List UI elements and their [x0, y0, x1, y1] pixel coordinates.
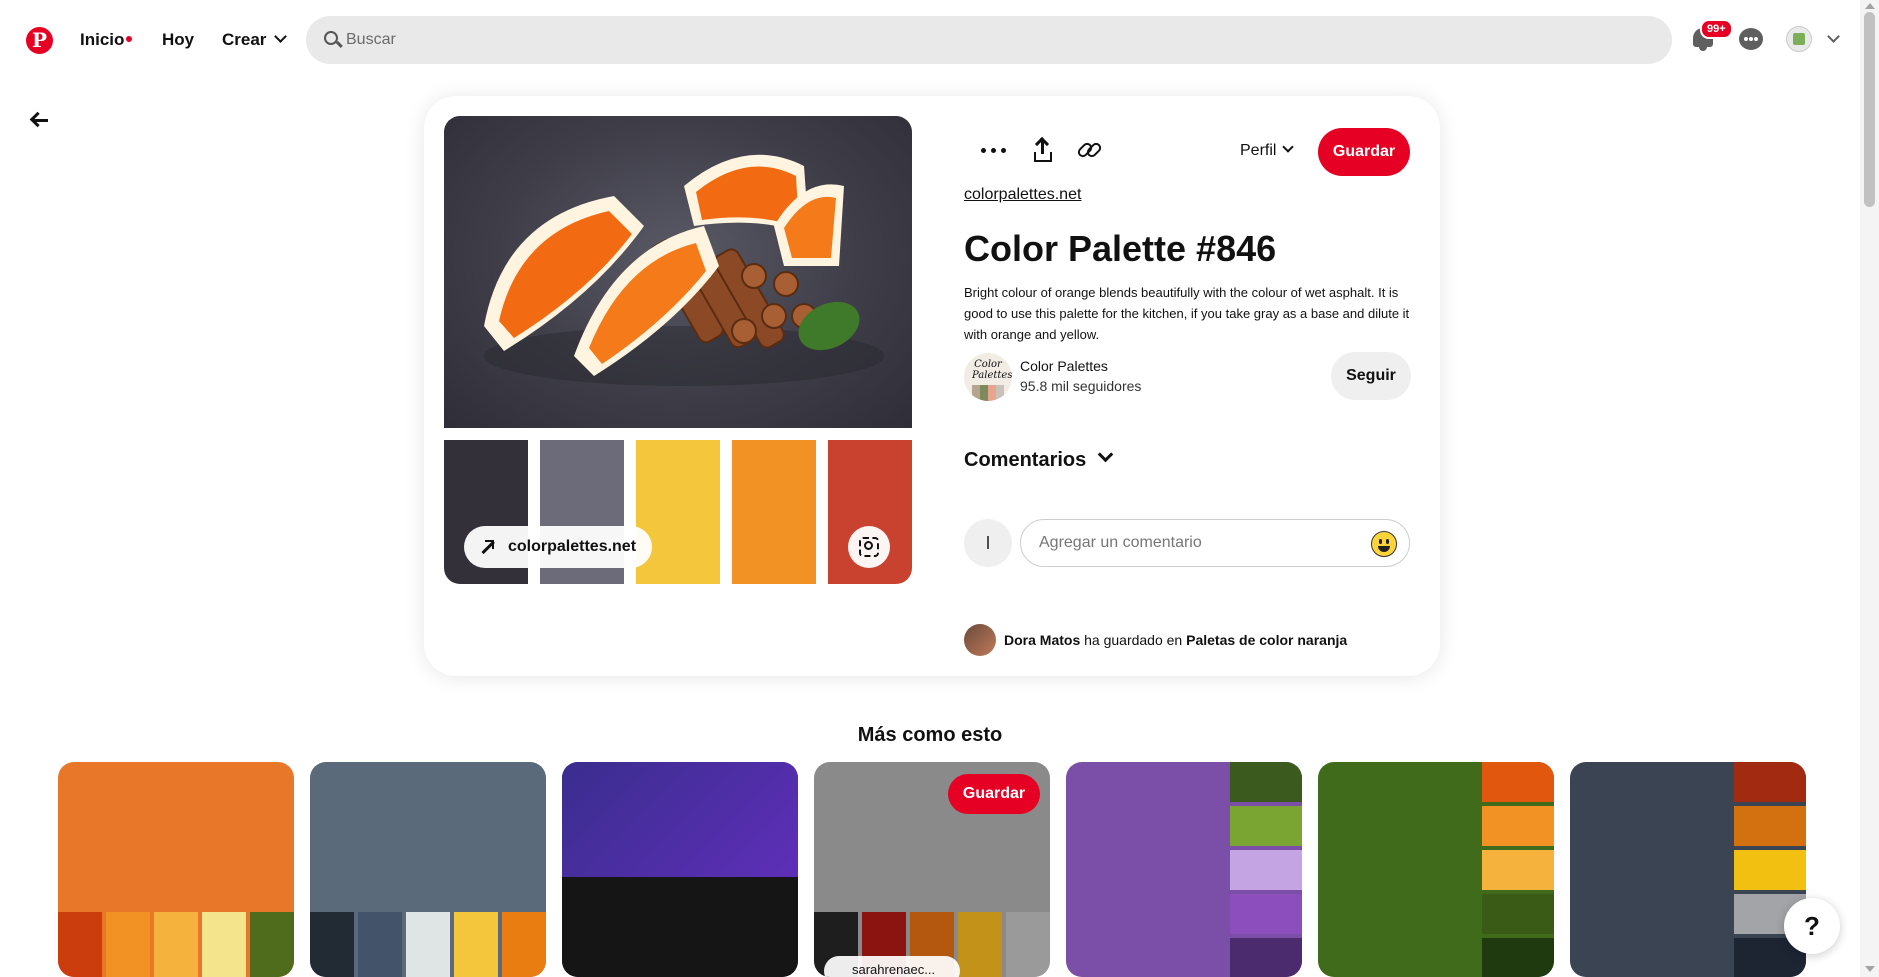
tile-visit-link[interactable]: sarahrenaec... [824, 956, 960, 977]
top-navigation-bar: P Inicio Hoy Crear 99+ [0, 0, 1860, 80]
pin-description: Bright colour of orange blends beautiful… [964, 285, 1410, 342]
related-pin-tile[interactable] [58, 762, 294, 977]
tile-palette-swatch [1230, 850, 1302, 890]
creator-avatar[interactable]: Color Palettes [964, 353, 1012, 401]
chevron-down-icon [274, 30, 288, 43]
saver-name[interactable]: Dora Matos [1004, 632, 1080, 648]
current-user-avatar: I [964, 519, 1012, 567]
saved-board-name[interactable]: Paletas de color naranja [1186, 632, 1347, 648]
nav-home[interactable]: Inicio [80, 30, 133, 50]
nav-today-label: Hoy [162, 30, 195, 49]
more-like-this-heading: Más como esto [857, 724, 1003, 746]
tile-palette-swatch [1230, 762, 1302, 802]
help-button[interactable]: ? [1784, 898, 1840, 954]
tile-palette-swatch [358, 912, 402, 977]
pin-title: Color Palette #846 [964, 228, 1277, 269]
palette-swatch [732, 440, 816, 584]
related-pin-tile[interactable] [1570, 762, 1806, 977]
follow-button[interactable]: Seguir [1331, 352, 1411, 400]
nav-home-label: Inicio [80, 30, 125, 49]
tile-palette-swatch [1230, 938, 1302, 977]
tile-palette-swatch [1482, 806, 1554, 846]
tile-bottom-photo [562, 877, 798, 977]
comments-toggle[interactable]: Comentarios [964, 446, 1114, 472]
oranges-cinnamon-photo [444, 116, 912, 428]
creator-followers: 95.8 mil seguidores [1020, 378, 1142, 394]
save-button[interactable]: Guardar [1318, 128, 1410, 176]
related-pin-tile[interactable] [562, 762, 798, 977]
tile-palette-swatch [1482, 894, 1554, 934]
tile-palette-swatch [58, 912, 102, 977]
account-chevron-down-icon[interactable] [1827, 30, 1840, 43]
tile-save-button[interactable]: Guardar [948, 774, 1040, 814]
search-input[interactable] [346, 16, 1646, 64]
pin-closeup-card: colorpalettes.net Perfil Guardar colorpa… [424, 96, 1440, 676]
tile-palette-swatch [1230, 894, 1302, 934]
tile-palette-swatch [154, 912, 198, 977]
new-content-dot-icon [126, 36, 133, 42]
messages-chat-icon[interactable] [1738, 26, 1764, 52]
nav-today[interactable]: Hoy [162, 30, 194, 50]
related-pin-tile[interactable] [310, 762, 546, 977]
back-arrow-icon[interactable] [29, 110, 50, 130]
share-icon[interactable] [1026, 134, 1058, 166]
tile-palette-swatch [454, 912, 498, 977]
related-pin-tile[interactable] [1066, 762, 1302, 977]
tile-palette-swatch [1734, 762, 1806, 802]
related-pin-tile[interactable] [1318, 762, 1554, 977]
board-profile-label: Perfil [1240, 142, 1277, 159]
search-icon [324, 31, 338, 45]
pinterest-logo-icon[interactable]: P [26, 27, 53, 54]
related-pin-tile[interactable]: Guardar sarahrenaec... [814, 762, 1050, 977]
scroll-up-arrow-icon[interactable] [1865, 3, 1875, 9]
saved-by-line: Dora Matos ha guardado en Paletas de col… [1004, 632, 1347, 648]
creator-avatar-wordmark: Color Palettes [972, 359, 1012, 381]
tile-palette-swatch [1734, 850, 1806, 890]
pin-image[interactable]: colorpalettes.net [444, 116, 912, 584]
photo-illustration [484, 154, 884, 386]
saved-action-text: ha guardado en [1084, 632, 1183, 648]
search-bar[interactable] [306, 16, 1672, 64]
comment-input[interactable] [1039, 520, 1359, 566]
tile-palette-swatch [310, 912, 354, 977]
creator-name[interactable]: Color Palettes [1020, 358, 1108, 374]
visual-search-lens-icon[interactable] [848, 526, 890, 568]
scroll-down-arrow-icon[interactable] [1865, 966, 1875, 972]
tile-palette-swatch [502, 912, 546, 977]
user-avatar[interactable] [1786, 26, 1812, 52]
saver-avatar[interactable] [964, 624, 996, 656]
tile-palette-swatch [202, 912, 246, 977]
tile-palette-swatch [1482, 850, 1554, 890]
tile-palette-swatch [106, 912, 150, 977]
arrow-up-right-icon [480, 540, 495, 554]
comments-heading: Comentarios [964, 449, 1087, 471]
chevron-down-icon [1097, 446, 1114, 463]
tile-palette-swatch [1734, 806, 1806, 846]
tile-palette-swatch [1482, 938, 1554, 977]
tile-top-graphic [562, 762, 798, 877]
nav-create[interactable]: Crear [222, 30, 288, 50]
copy-link-icon[interactable] [1074, 134, 1106, 166]
tile-palette-swatch [1006, 912, 1050, 977]
tile-palette-swatch [958, 912, 1002, 977]
page-scrollbar[interactable] [1860, 0, 1879, 977]
chevron-down-icon [1282, 141, 1295, 153]
notifications-badge: 99+ [1700, 19, 1733, 39]
tile-palette-swatch [250, 912, 294, 977]
palette-swatch [636, 440, 720, 584]
emoji-picker-icon[interactable] [1371, 531, 1397, 557]
source-link[interactable]: colorpalettes.net [964, 186, 1081, 204]
scrollbar-thumb[interactable] [1864, 12, 1875, 207]
nav-create-label: Crear [222, 30, 267, 49]
visit-site-label: colorpalettes.net [508, 538, 637, 555]
board-profile-dropdown[interactable]: Perfil [1240, 141, 1295, 160]
tile-visit-link-label: sarahrenaec... [852, 962, 936, 977]
more-options-icon[interactable] [978, 134, 1010, 166]
visit-site-button[interactable]: colorpalettes.net [464, 526, 653, 568]
tile-palette-swatch [1230, 806, 1302, 846]
tile-palette-swatch [406, 912, 450, 977]
tile-palette-swatch [1482, 762, 1554, 802]
comment-box[interactable] [1020, 519, 1410, 567]
